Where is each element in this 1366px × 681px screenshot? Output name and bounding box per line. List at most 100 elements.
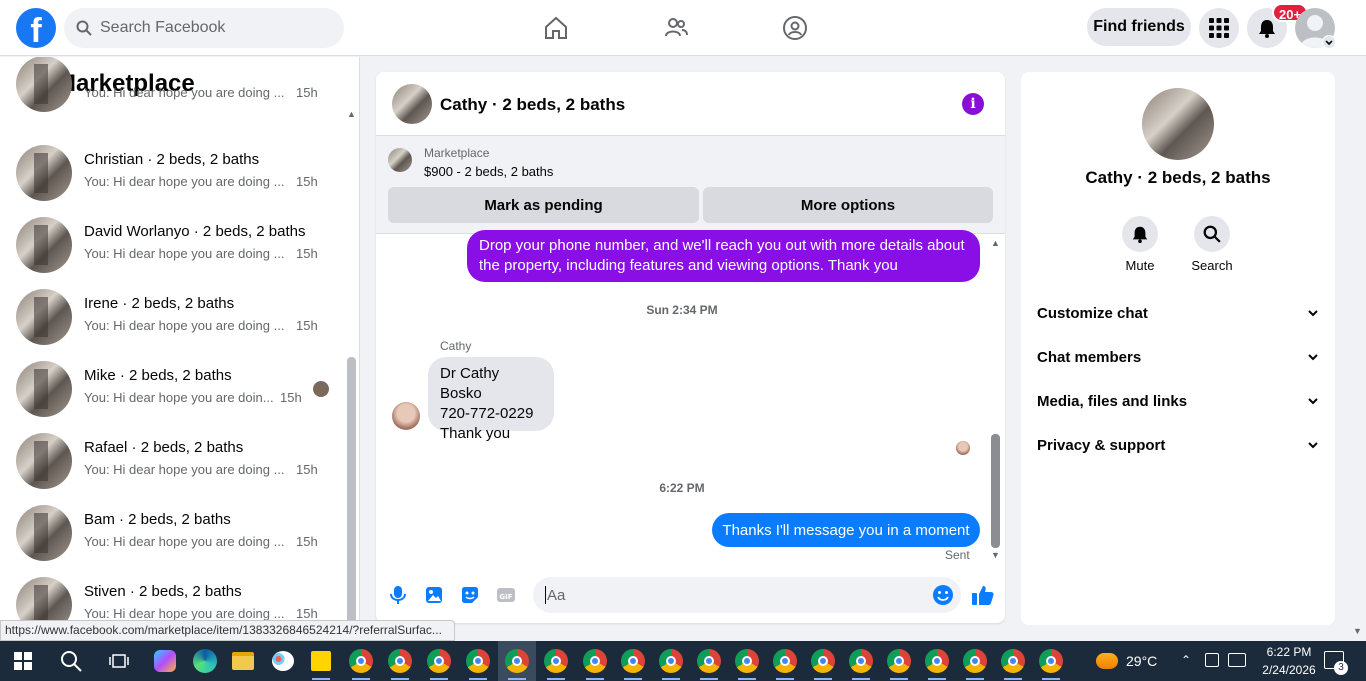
scroll-up-icon[interactable]: ▲ (347, 109, 356, 119)
text-cursor (545, 586, 546, 604)
sender-avatar[interactable] (392, 402, 420, 430)
more-options-button[interactable]: More options (703, 187, 993, 223)
find-friends-button[interactable]: Find friends (1087, 8, 1191, 46)
chrome-icon[interactable] (537, 641, 575, 681)
chrome-icon[interactable] (1032, 641, 1070, 681)
message-timestamp: Sun 2:34 PM (646, 303, 718, 317)
listing-banner: Marketplace $900 - 2 beds, 2 baths Mark … (376, 136, 1005, 234)
listing-thumbnail (16, 217, 72, 273)
conversation-item[interactable]: Rafael · 2 beds, 2 baths You: Hi dear ho… (16, 425, 346, 497)
weather-icon (1096, 653, 1118, 669)
chrome-icon[interactable] (690, 641, 728, 681)
windows-start-icon[interactable] (4, 641, 42, 681)
copilot-icon[interactable] (146, 641, 184, 681)
thumbs-up-icon[interactable] (971, 584, 994, 606)
temperature: 29°C (1126, 653, 1158, 669)
chrome-icon[interactable] (576, 641, 614, 681)
search-input[interactable]: Search Facebook (64, 8, 344, 48)
chrome-icon[interactable] (381, 641, 419, 681)
chrome-icon[interactable] (994, 641, 1032, 681)
chrome-icon[interactable] (459, 641, 497, 681)
chat-avatar[interactable] (392, 84, 432, 124)
message-time: 15h (296, 534, 318, 549)
privacy-support-section[interactable]: Privacy & support (1037, 423, 1319, 467)
conversation-item[interactable]: David Worlanyo · 2 beds, 2 baths You: Hi… (16, 209, 346, 281)
message-time: 15h (296, 606, 318, 621)
chrome-icon[interactable] (880, 641, 918, 681)
gif-icon[interactable]: GIF (495, 584, 517, 606)
chrome-icon[interactable] (498, 641, 536, 681)
conversation-list-panel: Marketplace ▲ You: Hi dear hope you are … (0, 57, 360, 623)
seen-avatar (313, 381, 329, 397)
chrome-icon[interactable] (956, 641, 994, 681)
photo-icon[interactable] (423, 584, 445, 606)
groups-icon[interactable] (779, 12, 811, 44)
chrome-icon[interactable] (342, 641, 380, 681)
svg-text:GIF: GIF (499, 593, 512, 601)
conversation-name: David Worlanyo · 2 beds, 2 baths (84, 223, 306, 240)
weather-widget[interactable]: 29°C (1096, 641, 1157, 681)
chrome-icon[interactable] (842, 641, 880, 681)
chat-title[interactable]: Cathy · 2 beds, 2 baths (440, 95, 625, 115)
chrome-icon[interactable] (614, 641, 652, 681)
conversation-name: Stiven · 2 beds, 2 baths (84, 583, 242, 600)
outgoing-message[interactable]: Drop your phone number, and we'll reach … (467, 230, 980, 282)
facebook-logo[interactable]: f (16, 8, 56, 48)
conversation-item[interactable]: Christian · 2 beds, 2 baths You: Hi dear… (16, 137, 346, 209)
paint-icon[interactable] (264, 641, 302, 681)
conversation-item[interactable]: You: Hi dear hope you are doing ... 15h (16, 57, 346, 120)
message-time: 15h (296, 462, 318, 477)
conversation-name: Mike · 2 beds, 2 baths (84, 367, 232, 384)
listing-price[interactable]: $900 - 2 beds, 2 baths (424, 164, 553, 179)
system-clock[interactable]: 6:22 PM 2/24/2026 (1256, 643, 1322, 679)
chrome-icon[interactable] (728, 641, 766, 681)
mute-button[interactable]: Mute (1105, 216, 1175, 273)
chevron-up-icon[interactable]: ⌃ (1181, 653, 1191, 667)
menu-grid-icon[interactable] (1199, 8, 1239, 48)
conversation-item[interactable]: Mike · 2 beds, 2 baths You: Hi dear hope… (16, 353, 346, 425)
outgoing-message[interactable]: Thanks I'll message you in a moment (712, 513, 980, 547)
chevron-down-icon[interactable] (1322, 35, 1336, 49)
incoming-message[interactable]: Dr Cathy Bosko 720-772-0229 Thank you (428, 357, 554, 442)
listing-thumbnail[interactable] (388, 148, 412, 172)
emoji-icon[interactable] (932, 584, 954, 606)
scrollbar-thumb[interactable] (347, 357, 356, 623)
chrome-icon[interactable] (918, 641, 956, 681)
scroll-up-icon[interactable]: ▲ (991, 238, 1000, 248)
message-input[interactable]: Aa (533, 577, 961, 613)
device-icon[interactable] (1205, 653, 1219, 667)
customize-chat-section[interactable]: Customize chat (1037, 291, 1319, 335)
file-explorer-icon[interactable] (224, 641, 262, 681)
page-scroll-down-icon[interactable]: ▼ (1353, 626, 1362, 636)
chrome-icon[interactable] (420, 641, 458, 681)
friends-icon[interactable] (660, 12, 692, 44)
search-in-chat-button[interactable]: Search (1177, 216, 1247, 273)
input-placeholder: Aa (547, 586, 566, 604)
home-icon[interactable] (540, 12, 572, 44)
info-icon[interactable]: i (962, 93, 984, 115)
listing-thumbnail (16, 289, 72, 345)
listing-thumbnail (16, 145, 72, 201)
conversation-name: Christian · 2 beds, 2 baths (84, 151, 260, 168)
chat-members-section[interactable]: Chat members (1037, 335, 1319, 379)
listing-thumbnail (16, 361, 72, 417)
mark-as-pending-button[interactable]: Mark as pending (388, 187, 699, 223)
conversation-item[interactable]: Irene · 2 beds, 2 baths You: Hi dear hop… (16, 281, 346, 353)
scrollbar-thumb[interactable] (991, 434, 1000, 548)
media-files-links-section[interactable]: Media, files and links (1037, 379, 1319, 423)
sticker-icon[interactable] (459, 584, 481, 606)
sticky-notes-icon[interactable] (302, 641, 340, 681)
chrome-icon[interactable] (652, 641, 690, 681)
conversation-item[interactable]: Bam · 2 beds, 2 baths You: Hi dear hope … (16, 497, 346, 569)
chrome-icon[interactable] (766, 641, 804, 681)
network-icon[interactable] (1228, 653, 1246, 667)
search-icon[interactable] (52, 641, 90, 681)
conversation-name: Bam · 2 beds, 2 baths (84, 511, 231, 528)
conversation-item[interactable]: Stiven · 2 beds, 2 baths You: Hi dear ho… (16, 569, 346, 623)
edge-icon[interactable] (186, 641, 224, 681)
microphone-icon[interactable] (387, 584, 409, 606)
scroll-down-icon[interactable]: ▼ (991, 550, 1000, 560)
contact-avatar[interactable] (1142, 88, 1214, 160)
task-view-icon[interactable] (100, 641, 138, 681)
chrome-icon[interactable] (804, 641, 842, 681)
